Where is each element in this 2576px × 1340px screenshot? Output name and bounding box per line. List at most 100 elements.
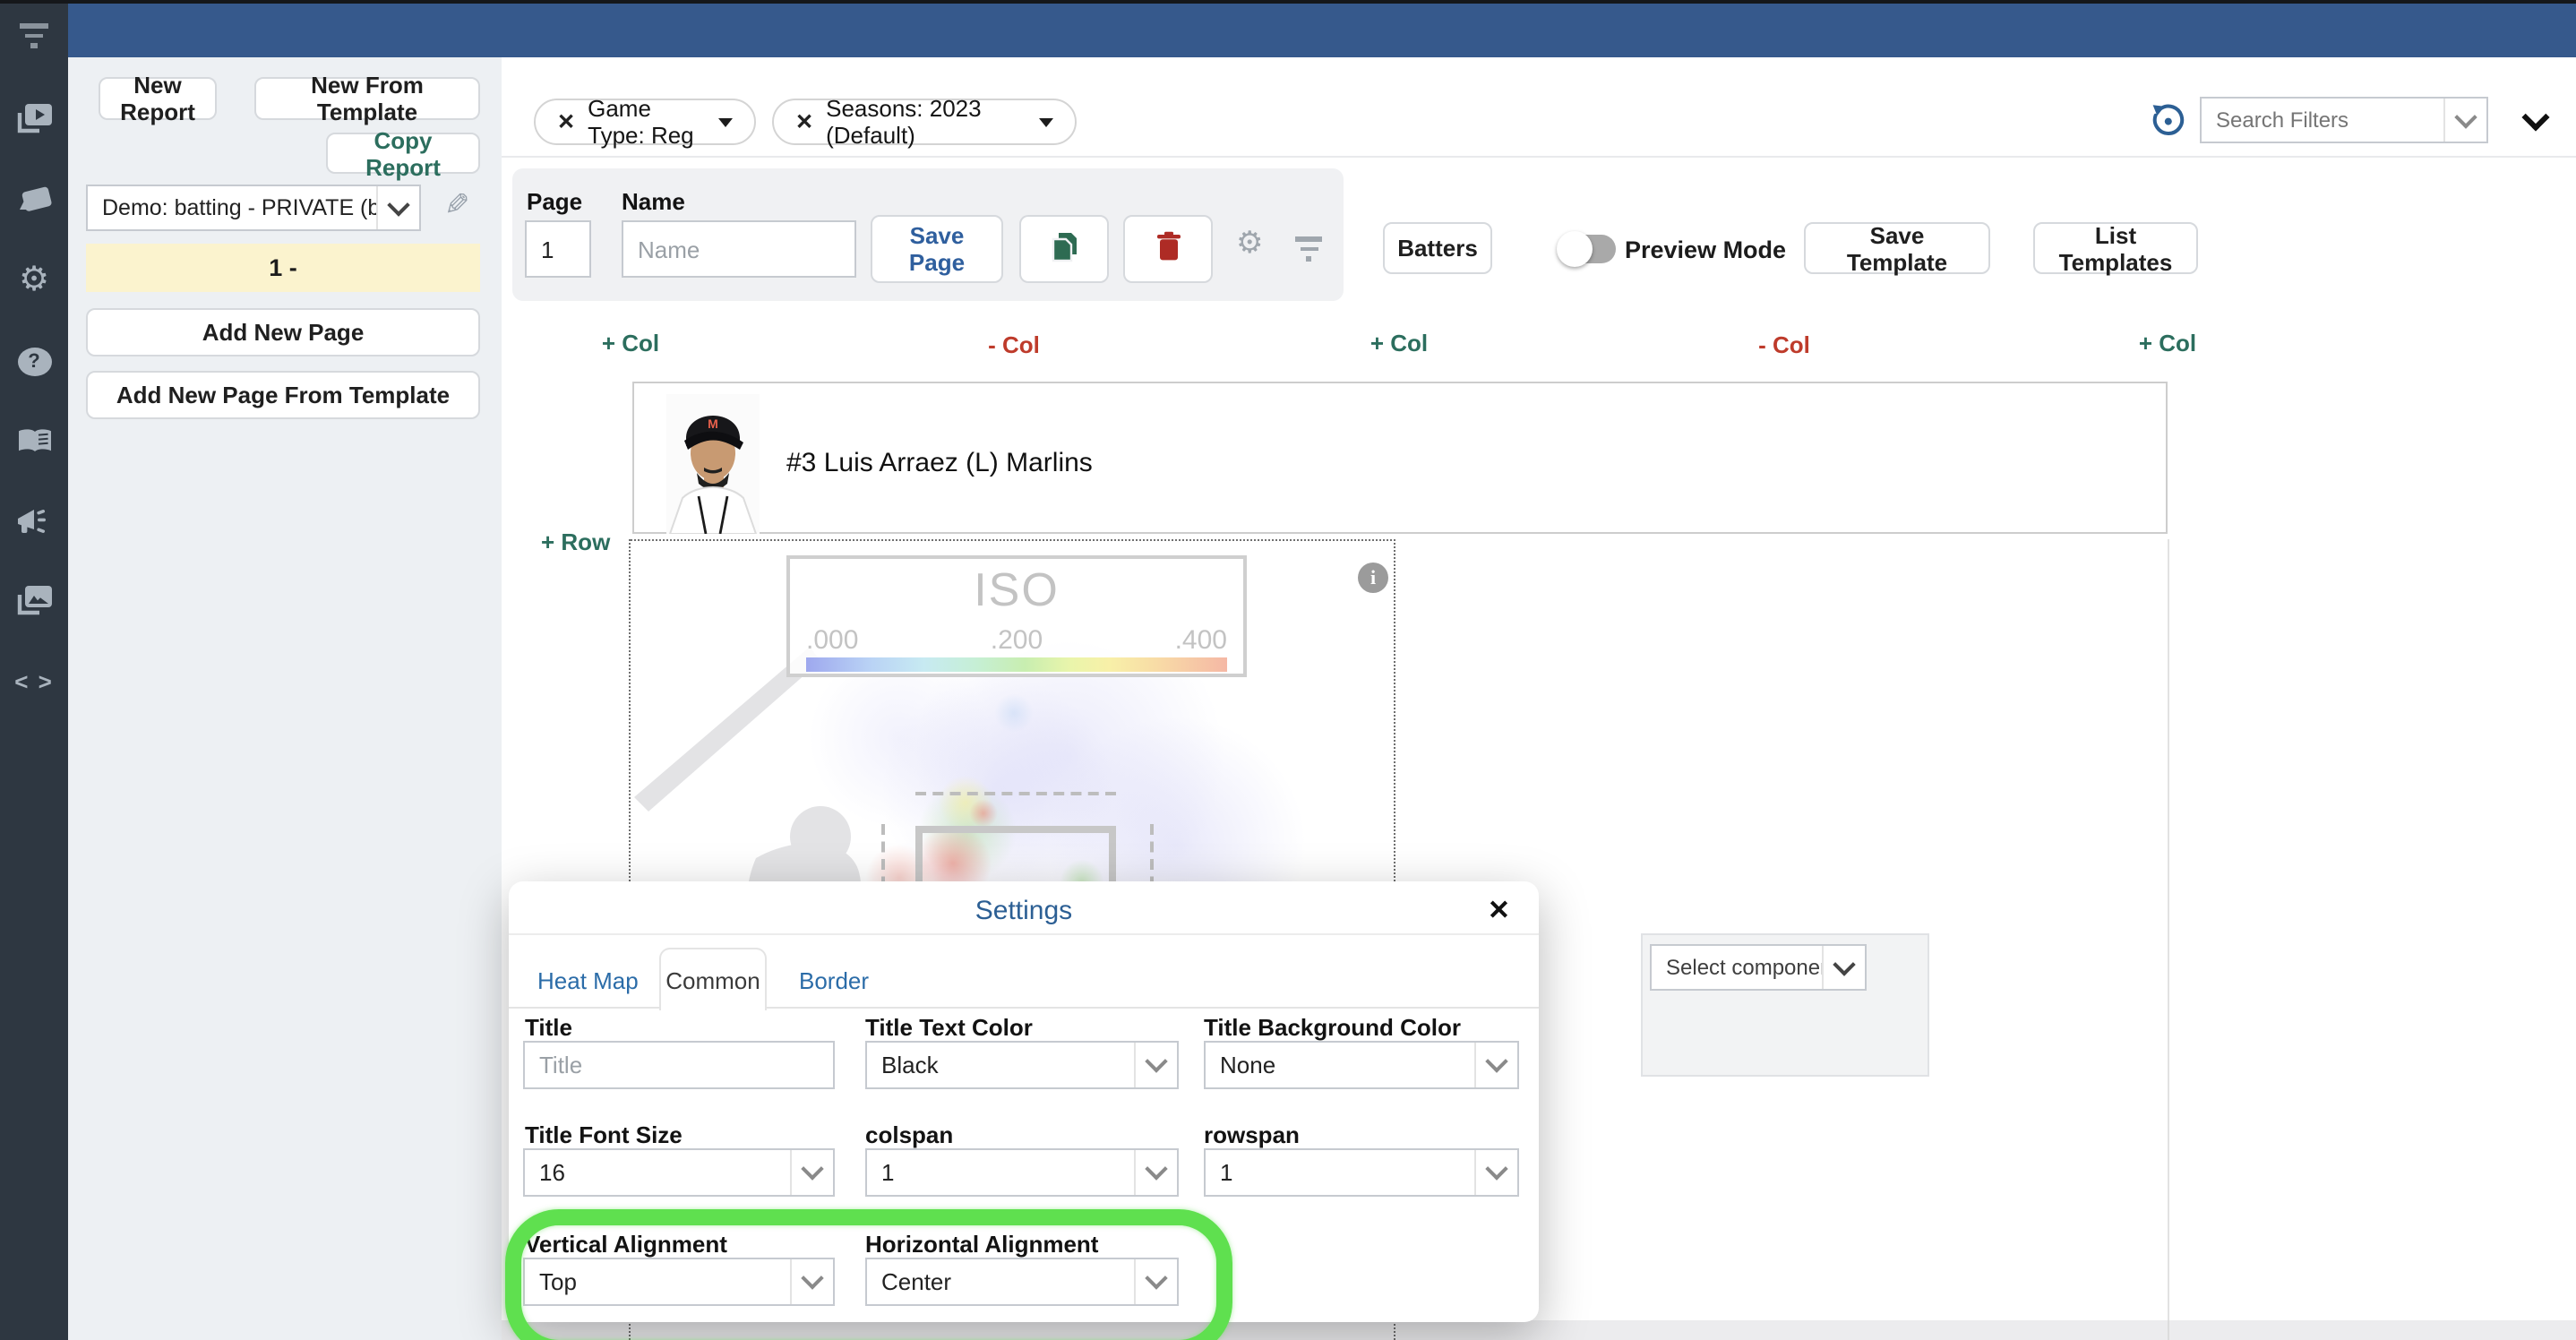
add-col-link[interactable]: + Col [1370, 330, 1428, 356]
trash-icon [1155, 231, 1181, 267]
app-sidebar: ⚙ ? [0, 0, 68, 1340]
report-panel: New Report New From Template Copy Report… [68, 57, 502, 1340]
add-col-link[interactable]: + Col [2139, 330, 2196, 356]
grid-right-border-continuation [2168, 1320, 2169, 1340]
heatmap-legend: ISO .000 .200 .400 [786, 555, 1247, 677]
glossary-book-icon[interactable] [0, 419, 68, 462]
component-select[interactable]: Select component [1650, 944, 1867, 991]
modal-header-divider [509, 933, 1539, 935]
page-name-input[interactable] [622, 220, 856, 278]
announcements-megaphone-icon[interactable] [0, 500, 68, 543]
page-list-item-selected[interactable]: 1 - [86, 244, 480, 292]
title-text-color-select[interactable]: Black [865, 1041, 1179, 1089]
media-gallery-icon[interactable] [0, 579, 68, 622]
copy-report-button[interactable]: Copy Report [326, 133, 480, 174]
chip-close-icon[interactable]: ✕ [795, 111, 813, 133]
search-filters-box[interactable] [2200, 97, 2488, 143]
page-filter-icon[interactable] [1295, 236, 1322, 262]
settings-gear-icon[interactable]: ⚙ [0, 258, 68, 301]
component-select-value: Select component [1652, 946, 1822, 989]
chip-close-icon[interactable]: ✕ [557, 111, 575, 133]
preview-mode-label: Preview Mode [1625, 236, 1786, 263]
title-font-size-select[interactable]: 16 [523, 1148, 835, 1197]
tab-heat-map[interactable]: Heat Map [537, 967, 639, 994]
chip-label: Seasons: 2023 (Default) [826, 95, 1026, 149]
add-new-page-from-template-button[interactable]: Add New Page From Template [86, 371, 480, 419]
add-new-page-button[interactable]: Add New Page [86, 308, 480, 356]
copy-page-icon [1049, 230, 1079, 268]
filter-chip-game-type[interactable]: ✕ Game Type: Reg [534, 99, 756, 145]
search-filters-chevron[interactable] [2443, 99, 2486, 142]
grid-right-border [2168, 539, 2169, 1340]
new-from-template-button[interactable]: New From Template [254, 77, 480, 120]
page-settings-gear-icon[interactable]: ⚙ [1236, 229, 1264, 260]
player-photo: M [666, 394, 760, 534]
filter-chip-seasons[interactable]: ✕ Seasons: 2023 (Default) [772, 99, 1077, 145]
new-report-button[interactable]: New Report [99, 77, 217, 120]
svg-text:M: M [708, 417, 718, 431]
annotation-highlight [505, 1209, 1232, 1340]
title-font-size-label: Title Font Size [525, 1121, 683, 1148]
player-header-cell[interactable]: M #3 Luis Arraez (L) Marlins [632, 382, 2168, 534]
zone-guide-top [915, 792, 1116, 795]
screen: ⚙ ? [0, 0, 2576, 1340]
preview-mode-toggle[interactable] [1562, 235, 1616, 263]
list-templates-button[interactable]: List Templates [2033, 222, 2198, 274]
title-text-color-label: Title Text Color [865, 1014, 1033, 1041]
legend-gradient-bar [806, 657, 1227, 672]
collapse-header-chevron-icon[interactable] [2526, 104, 2546, 136]
modal-close-icon[interactable]: ✕ [1488, 894, 1510, 926]
duplicate-page-button[interactable] [1019, 215, 1109, 283]
remove-col-link[interactable]: - Col [1758, 331, 1810, 358]
name-label: Name [622, 188, 685, 215]
title-background-color-select[interactable]: None [1204, 1041, 1519, 1089]
player-name: #3 Luis Arraez (L) Marlins [786, 448, 1093, 478]
report-select-value: Demo: batting - PRIVATE (brad... [88, 186, 376, 229]
page-label: Page [527, 188, 582, 215]
filter-header: ✕ Game Type: Reg ✕ Seasons: 2023 (Defaul… [502, 57, 2576, 158]
component-select-chevron[interactable] [1822, 946, 1865, 989]
chip-label: Game Type: Reg [588, 95, 706, 149]
legend-tick-max: .400 [1175, 625, 1227, 656]
title-input[interactable] [523, 1041, 835, 1089]
help-icon[interactable]: ? [0, 340, 68, 383]
search-filters-input[interactable] [2202, 99, 2443, 142]
heatmap-cell-border-continuation [1394, 1320, 1395, 1340]
add-row-link[interactable]: + Row [541, 528, 610, 555]
report-cards-icon[interactable] [0, 177, 68, 220]
colspan-label: colspan [865, 1121, 953, 1148]
edit-report-pencil-icon[interactable]: ✎ [444, 188, 470, 224]
toggle-knob [1557, 231, 1593, 267]
tab-common[interactable]: Common [659, 948, 767, 1010]
top-edge-strip [0, 0, 2576, 4]
info-icon[interactable]: i [1358, 563, 1388, 593]
rowspan-value: 1 [1206, 1150, 1474, 1195]
modal-title: Settings [509, 896, 1539, 926]
colspan-select[interactable]: 1 [865, 1148, 1179, 1197]
save-template-button[interactable]: Save Template [1804, 222, 1990, 274]
title-text-color-value: Black [867, 1043, 1134, 1087]
title-field-label: Title [525, 1014, 572, 1041]
rowspan-select[interactable]: 1 [1204, 1148, 1519, 1197]
tab-common-label: Common [665, 966, 760, 993]
save-page-button[interactable]: Save Page [871, 215, 1003, 283]
filter-history-icon[interactable] [2150, 102, 2185, 147]
embed-code-icon[interactable]: < > [0, 659, 68, 702]
chip-caret-icon [718, 117, 733, 126]
batters-button[interactable]: Batters [1383, 222, 1492, 274]
report-select[interactable]: Demo: batting - PRIVATE (brad... [86, 185, 421, 231]
colspan-value: 1 [867, 1150, 1134, 1195]
remove-col-link[interactable]: - Col [988, 331, 1040, 358]
title-background-color-label: Title Background Color [1204, 1014, 1461, 1041]
empty-component-panel: Select component [1641, 933, 1929, 1077]
top-bar [68, 4, 2576, 57]
add-col-link[interactable]: + Col [602, 330, 659, 356]
title-background-color-value: None [1206, 1043, 1474, 1087]
tab-border[interactable]: Border [799, 967, 869, 994]
legend-title: ISO [790, 563, 1243, 618]
report-select-chevron[interactable] [376, 186, 419, 229]
filter-menu-icon[interactable] [0, 14, 68, 57]
video-library-icon[interactable] [0, 97, 68, 140]
page-number-input[interactable] [525, 220, 591, 278]
delete-page-button[interactable] [1123, 215, 1213, 283]
